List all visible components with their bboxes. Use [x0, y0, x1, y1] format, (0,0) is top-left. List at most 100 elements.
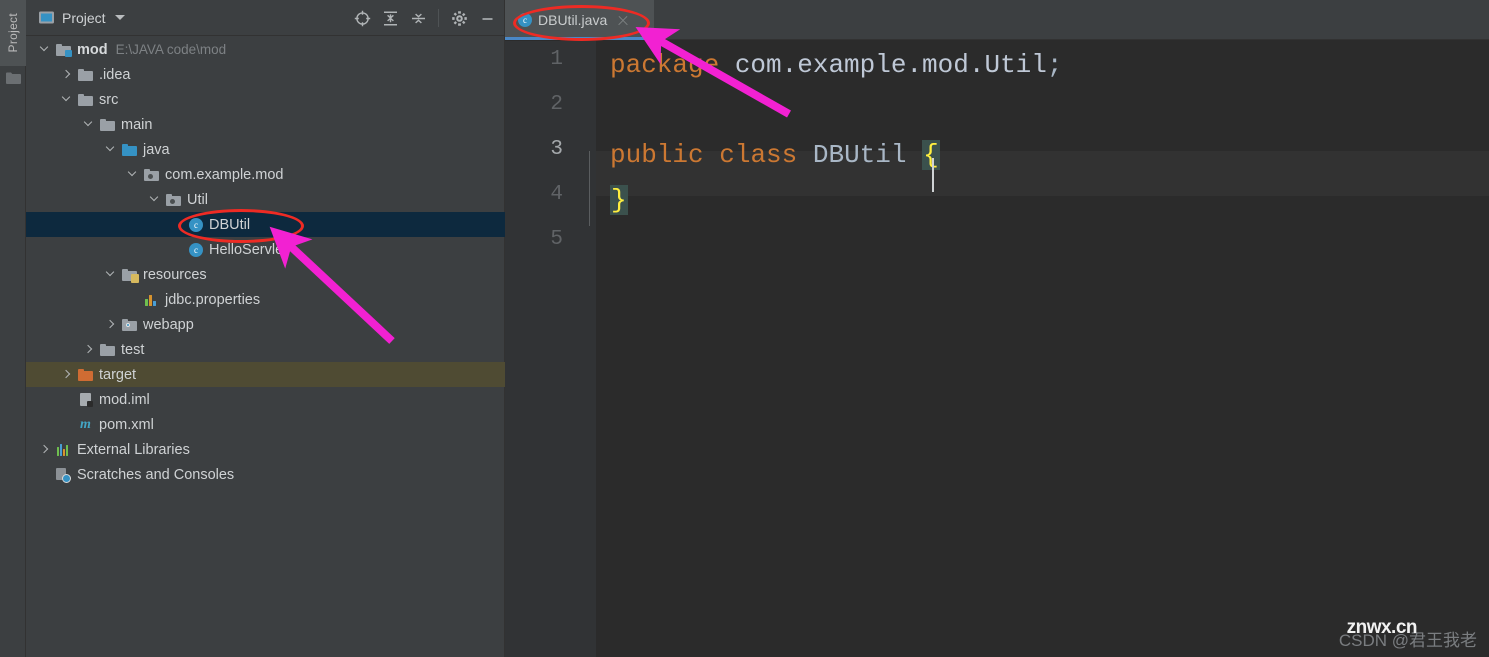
tree-row-util[interactable]: Util: [26, 187, 505, 212]
chevron-down-icon[interactable]: [105, 267, 118, 281]
gear-icon[interactable]: [446, 5, 472, 31]
tree-row-resources[interactable]: resources: [26, 262, 505, 287]
line-number: 2: [550, 93, 563, 116]
tree-row-path: E:\JAVA code\mod: [115, 42, 227, 57]
code-token: ;: [1046, 50, 1063, 80]
code-text[interactable]: package com.example.mod.Util; public clas…: [596, 41, 1489, 657]
annotation-ellipse-tree-dbutil: [178, 209, 304, 243]
project-view-icon: [39, 11, 54, 24]
tree-row-label: .idea: [99, 66, 131, 83]
tree-row-main[interactable]: main: [26, 112, 505, 137]
chevron-right-icon[interactable]: [39, 443, 52, 456]
tree-row-mod-iml[interactable]: mod.iml: [26, 387, 505, 412]
project-tree[interactable]: mod E:\JAVA code\mod .idea src main java com.e…: [26, 37, 505, 657]
code-token: com.example.mod.Util: [734, 50, 1047, 80]
tree-row-mod[interactable]: mod E:\JAVA code\mod: [26, 37, 505, 62]
line-number: 3: [550, 138, 563, 161]
select-opened-file-icon[interactable]: [349, 5, 375, 31]
code-token: }: [610, 185, 628, 215]
tree-row-label: main: [121, 116, 153, 133]
chevron-down-icon[interactable]: [61, 92, 74, 106]
left-toolwindow-strip: Project: [0, 0, 26, 657]
collapse-all-icon[interactable]: [405, 5, 431, 31]
tree-row-pom-xml[interactable]: m pom.xml: [26, 412, 505, 437]
tree-row-webapp[interactable]: webapp: [26, 312, 505, 337]
tree-row-java[interactable]: java: [26, 137, 505, 162]
code-line-1[interactable]: package com.example.mod.Util;: [610, 43, 1063, 88]
tree-row-label: resources: [143, 266, 207, 283]
chevron-right-icon[interactable]: [83, 343, 96, 356]
tree-row-idea[interactable]: .idea: [26, 62, 505, 87]
package-icon: [165, 192, 182, 208]
tree-row-label: External Libraries: [77, 441, 190, 458]
expand-all-icon[interactable]: [377, 5, 403, 31]
project-panel-actions: [349, 0, 500, 36]
code-line-4[interactable]: }: [610, 178, 628, 223]
editor-tabbar: c DBUtil.java: [505, 0, 1489, 40]
libraries-icon: [55, 442, 72, 458]
line-number: 5: [550, 228, 563, 251]
tree-row-src[interactable]: src: [26, 87, 505, 112]
site-watermark: znwx.cn: [1346, 617, 1418, 638]
maven-file-icon: m: [80, 416, 91, 432]
tree-row-label: test: [121, 341, 145, 358]
excluded-folder-icon: [77, 367, 94, 383]
toolbar-separator: [438, 9, 439, 27]
line-number-gutter[interactable]: 1 2 3 4 5: [505, 41, 596, 657]
idea-window: Project Project mod E:\JAVA code\mod .id…: [0, 0, 1489, 657]
code-token: {: [922, 140, 940, 170]
java-class-icon: c: [187, 242, 204, 258]
tree-row-label: HelloServlet: [209, 241, 288, 258]
tree-row-label: src: [99, 91, 119, 108]
code-token: public: [610, 140, 704, 170]
folder-icon: [77, 92, 94, 108]
tree-row-label: mod.iml: [99, 391, 150, 408]
chevron-down-icon[interactable]: [114, 15, 125, 20]
package-icon: [143, 167, 160, 183]
tree-row-label: java: [143, 141, 170, 158]
resources-folder-icon: [121, 267, 139, 283]
chevron-right-icon[interactable]: [61, 368, 74, 381]
toolwindow-tab-project[interactable]: Project: [0, 0, 26, 66]
chevron-right-icon[interactable]: [105, 318, 118, 331]
properties-file-icon: [143, 292, 160, 308]
folder-icon: [6, 72, 21, 84]
project-panel-header: Project: [26, 0, 504, 36]
chevron-down-icon[interactable]: [127, 167, 140, 181]
code-line-3[interactable]: public class DBUtil {: [610, 133, 940, 178]
chevron-down-icon[interactable]: [149, 192, 162, 206]
module-folder-icon: [55, 42, 72, 58]
tree-row-scratches-and-consoles[interactable]: Scratches and Consoles: [26, 462, 505, 487]
chevron-down-icon[interactable]: [105, 142, 118, 156]
folder-icon: [99, 117, 116, 133]
folder-icon: [77, 67, 94, 83]
iml-file-icon: [77, 392, 94, 408]
code-token: DBUtil: [812, 140, 907, 170]
tree-row-test[interactable]: test: [26, 337, 505, 362]
toolwindow-tab-project-label: Project: [6, 13, 20, 53]
line-number: 1: [550, 48, 563, 71]
tree-row-label: jdbc.properties: [165, 291, 261, 308]
code-editor[interactable]: 1 2 3 4 5 package com.example.mod.Util; publi…: [505, 41, 1489, 657]
chevron-right-icon[interactable]: [61, 68, 74, 81]
chevron-down-icon[interactable]: [83, 117, 96, 131]
tree-row-label: mod: [77, 41, 108, 58]
source-folder-icon: [121, 142, 138, 158]
code-token: package: [610, 50, 720, 80]
chevron-down-icon[interactable]: [39, 42, 52, 56]
project-view-selector[interactable]: Project: [38, 9, 125, 26]
tree-row-com-example-mod[interactable]: com.example.mod: [26, 162, 505, 187]
tree-row-label: Scratches and Consoles: [77, 466, 235, 483]
tree-row-target[interactable]: target: [26, 362, 505, 387]
tree-row-label: target: [99, 366, 137, 383]
minimize-icon[interactable]: [474, 5, 500, 31]
tree-row-label: webapp: [143, 316, 194, 333]
web-folder-icon: [121, 317, 138, 333]
code-fold-line[interactable]: [589, 151, 590, 226]
project-tool-window: Project mod E:\JAVA code\mod .idea src m…: [26, 0, 505, 657]
tree-row-external-libraries[interactable]: External Libraries: [26, 437, 505, 462]
tree-row-jdbc-properties[interactable]: jdbc.properties: [26, 287, 505, 312]
